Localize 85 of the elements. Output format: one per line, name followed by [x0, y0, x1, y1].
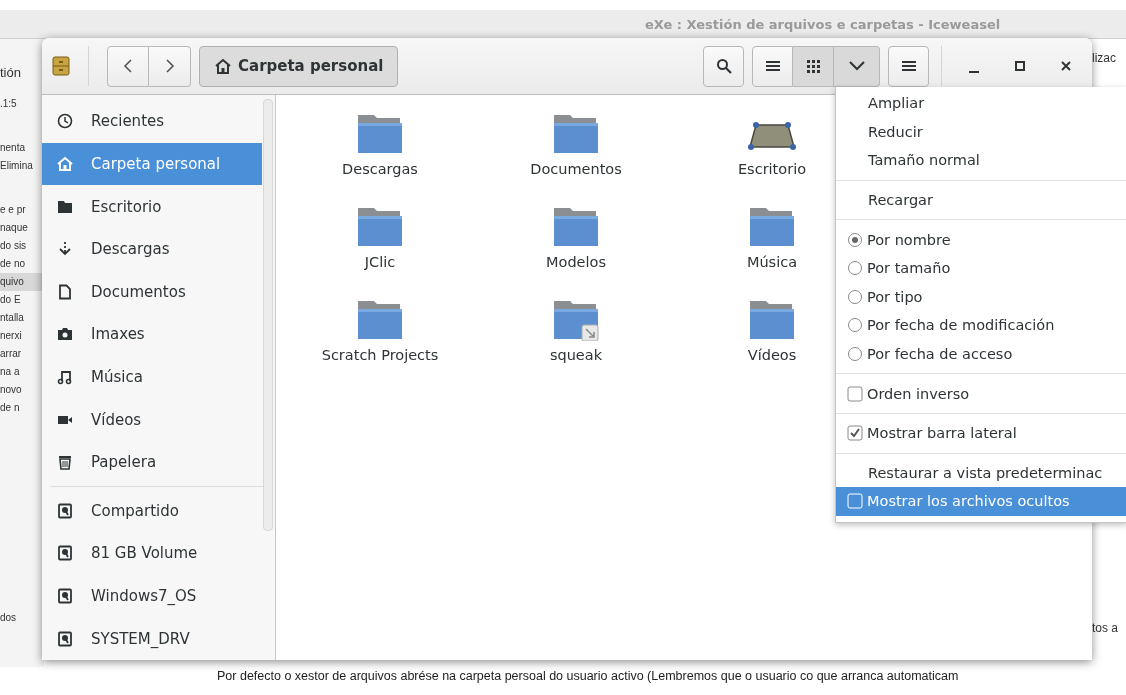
- page-text: novo: [0, 383, 23, 397]
- scrollbar[interactable]: [263, 99, 273, 531]
- close-icon: [1061, 61, 1071, 71]
- file-item[interactable]: Música: [746, 204, 798, 282]
- home-icon: [57, 155, 73, 172]
- page-text: do E: [0, 293, 22, 307]
- minimize-icon: [969, 70, 979, 73]
- page-text: e e pr: [0, 203, 27, 217]
- page-text: de n: [0, 401, 21, 415]
- file-item[interactable]: JClic: [356, 204, 404, 282]
- menu-item[interactable]: Ampliar: [836, 89, 1126, 118]
- file-item[interactable]: Modelos: [546, 204, 606, 282]
- page-text: .1:5: [0, 97, 18, 111]
- clock-icon: [57, 113, 73, 130]
- menu-item[interactable]: Por fecha de acceso: [836, 339, 1126, 369]
- drive-icon: [57, 588, 73, 604]
- sidebar-item[interactable]: Escritorio: [42, 185, 247, 228]
- page-text: nenta: [0, 141, 27, 155]
- folder-icon: [57, 198, 73, 215]
- document-icon: [57, 283, 73, 300]
- menu-item[interactable]: Tamaño normal: [836, 146, 1126, 175]
- page-text: nerxi: [0, 329, 23, 343]
- menu-item[interactable]: Mostrar barra lateral: [836, 418, 1126, 448]
- sidebar-item[interactable]: Imaxes: [42, 313, 247, 356]
- file-item[interactable]: Vídeos: [747, 297, 797, 375]
- grid-view-button[interactable]: [793, 45, 834, 87]
- maximize-icon: [1015, 61, 1025, 71]
- page-text: tión: [0, 64, 22, 82]
- menu-icon: [901, 60, 916, 72]
- page-text: do sis: [0, 239, 28, 253]
- window-title: eXe : Xestión de arquivos e carpetas - Iceweasel: [645, 16, 1001, 32]
- drive-icon: [57, 502, 73, 519]
- camera-icon: [57, 326, 73, 343]
- sidebar-item[interactable]: Compartido: [42, 489, 247, 533]
- page-text: lizac: [1092, 51, 1117, 65]
- menu-item[interactable]: Restaurar a vista predeterminac: [836, 458, 1126, 488]
- file-item[interactable]: Escritorio: [737, 111, 807, 189]
- page-text: naque: [0, 221, 29, 235]
- sidebar-item[interactable]: Descargas: [42, 227, 247, 271]
- list-icon: [765, 60, 780, 72]
- page-text: ntalla: [0, 311, 25, 325]
- view-options-button[interactable]: [834, 45, 880, 87]
- page-text: dos: [0, 611, 18, 625]
- cabinet-icon: [52, 56, 70, 76]
- menu-item[interactable]: Por tipo: [836, 282, 1126, 312]
- chevron-right-icon: [163, 58, 176, 74]
- trash-icon: [57, 454, 73, 471]
- sidebar-item[interactable]: Documentos: [42, 270, 247, 314]
- file-item[interactable]: Documentos: [530, 111, 622, 189]
- file-item[interactable]: Descargas: [342, 111, 418, 189]
- menu-item[interactable]: Reducir: [836, 117, 1126, 147]
- menu-item[interactable]: Por nombre: [836, 225, 1126, 254]
- page-text: arrar: [0, 347, 23, 361]
- search-button[interactable]: [703, 45, 744, 87]
- menu-item[interactable]: Por fecha de modificación: [836, 311, 1126, 340]
- list-view-button[interactable]: [752, 45, 793, 87]
- page-text: quivo: [0, 273, 44, 291]
- page-text: Elimina: [0, 159, 34, 173]
- sidebar-item[interactable]: Música: [42, 355, 247, 399]
- file-item[interactable]: Scratch Projects: [321, 297, 439, 375]
- home-icon: [214, 57, 232, 75]
- menu-item[interactable]: Por tamaño: [836, 253, 1126, 283]
- download-icon: [57, 241, 73, 258]
- file-item[interactable]: squeak: [549, 297, 603, 375]
- page-text: tos a: [1092, 621, 1119, 635]
- page-text: na a: [0, 365, 21, 379]
- menu-item[interactable]: Recargar: [836, 185, 1126, 215]
- menu-item[interactable]: Orden inverso: [836, 379, 1126, 408]
- search-icon: [715, 58, 732, 74]
- music-note-icon: [57, 368, 73, 385]
- sidebar-item[interactable]: Papelera: [42, 440, 247, 484]
- chevron-left-icon: [122, 58, 134, 74]
- page-text: de no: [0, 257, 27, 271]
- menu-button[interactable]: [888, 45, 929, 87]
- sidebar-item[interactable]: 81 GB Volume: [42, 532, 247, 575]
- drive-icon: [57, 545, 73, 562]
- sidebar-item[interactable]: SYSTEM_DRV: [42, 617, 247, 660]
- sidebar-item[interactable]: Recientes: [42, 100, 247, 143]
- drive-icon: [57, 630, 73, 647]
- path-button[interactable]: Carpeta personal: [199, 45, 399, 87]
- grid-icon: [806, 59, 820, 73]
- chevron-down-icon: [848, 61, 865, 71]
- sidebar-item[interactable]: Windows7_OS: [42, 574, 247, 618]
- sidebar-item[interactable]: Vídeos: [42, 398, 247, 441]
- paragraph-text: Por defecto o xestor de arquivos abrése na carpeta persoal do usuario activo (Lembremos que o usuario co que arranca automaticam: [216, 669, 960, 683]
